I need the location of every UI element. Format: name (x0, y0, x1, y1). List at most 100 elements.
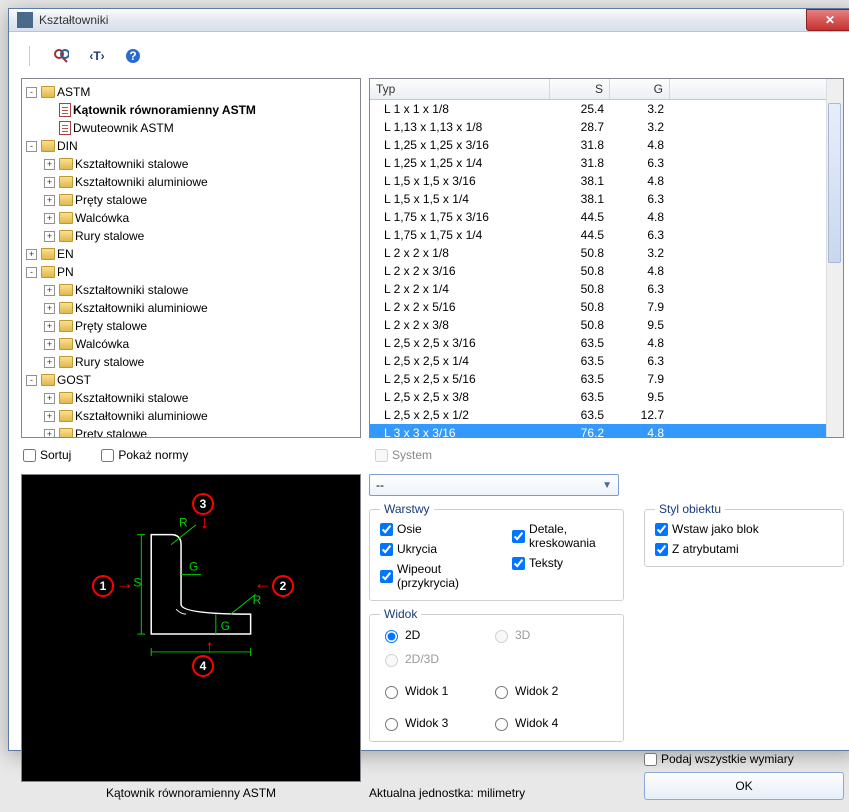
table-row[interactable]: L 2,5 x 2,5 x 3/1663.54.8 (370, 334, 843, 352)
tree-item[interactable]: - ASTM (26, 83, 358, 101)
col-s[interactable]: S (550, 79, 610, 99)
collapse-icon[interactable]: - (26, 141, 37, 152)
tree-label: DIN (57, 137, 78, 155)
find-icon[interactable] (52, 47, 70, 65)
expand-icon[interactable]: + (44, 339, 55, 350)
table-row[interactable]: L 1,5 x 1,5 x 3/1638.14.8 (370, 172, 843, 190)
table-row[interactable]: L 2,5 x 2,5 x 1/263.512.7 (370, 406, 843, 424)
tree-label: PN (57, 263, 74, 281)
style-block-checkbox[interactable]: Wstaw jako blok (655, 522, 833, 536)
standards-tree[interactable]: - ASTM Kątownik równoramienny ASTM Dwute… (21, 78, 361, 438)
text-icon[interactable]: ‹T› (88, 47, 106, 65)
expand-icon[interactable]: + (44, 213, 55, 224)
view-widok1-radio[interactable]: Widok 1 (380, 683, 470, 699)
view-widok3-radio[interactable]: Widok 3 (380, 715, 470, 731)
table-row[interactable]: L 2 x 2 x 3/850.89.5 (370, 316, 843, 334)
expand-icon[interactable]: + (44, 285, 55, 296)
table-row[interactable]: L 1 x 1 x 1/825.43.2 (370, 100, 843, 118)
table-row[interactable]: L 2 x 2 x 1/850.83.2 (370, 244, 843, 262)
tree-item[interactable]: + Pręty stalowe (44, 317, 358, 335)
table-row[interactable]: L 1,25 x 1,25 x 1/431.86.3 (370, 154, 843, 172)
expand-icon[interactable]: + (26, 249, 37, 260)
tree-item[interactable]: - GOST (26, 371, 358, 389)
tree-item[interactable]: Kątownik równoramienny ASTM (44, 101, 358, 119)
tree-item[interactable]: + Kształtowniki aluminiowe (44, 173, 358, 191)
table-row[interactable]: L 2 x 2 x 5/1650.87.9 (370, 298, 843, 316)
collapse-icon[interactable]: - (26, 87, 37, 98)
tree-item[interactable]: + EN (26, 245, 358, 263)
table-row[interactable]: L 1,13 x 1,13 x 1/828.73.2 (370, 118, 843, 136)
all-dims-checkbox[interactable]: Podaj wszystkie wymiary (644, 752, 844, 766)
expand-icon[interactable]: + (44, 357, 55, 368)
layer-ukrycia-checkbox[interactable]: Ukrycia (380, 542, 482, 556)
ok-button[interactable]: OK (644, 772, 844, 800)
layer-detale-checkbox[interactable]: Detale, kreskowania (512, 522, 613, 550)
view-2d-radio[interactable]: 2D (380, 627, 470, 643)
view-widok4-radio[interactable]: Widok 4 (490, 715, 580, 731)
system-combo[interactable]: -- ▼ (369, 474, 619, 496)
vertical-scrollbar[interactable] (826, 79, 843, 437)
tree-item[interactable]: + Walcówka (44, 335, 358, 353)
table-row[interactable]: L 2,5 x 2,5 x 1/463.56.3 (370, 352, 843, 370)
tree-item[interactable]: + Kształtowniki aluminiowe (44, 407, 358, 425)
tree-label: Walcówka (75, 209, 129, 227)
sort-checkbox[interactable]: Sortuj (23, 448, 71, 462)
cell-s: 25.4 (550, 102, 610, 116)
layer-wipeout-checkbox[interactable]: Wipeout (przykrycia) (380, 562, 482, 590)
tree-label: GOST (57, 371, 91, 389)
expand-icon[interactable]: + (44, 429, 55, 439)
table-row[interactable]: L 2,5 x 2,5 x 3/863.59.5 (370, 388, 843, 406)
expand-icon[interactable]: + (44, 231, 55, 242)
cell-s: 44.5 (550, 228, 610, 242)
tree-item[interactable]: - PN (26, 263, 358, 281)
tree-item[interactable]: + Walcówka (44, 209, 358, 227)
tree-item[interactable]: + Kształtowniki stalowe (44, 281, 358, 299)
expand-icon[interactable]: + (44, 159, 55, 170)
show-norms-checkbox[interactable]: Pokaż normy (101, 448, 188, 462)
cell-g: 9.5 (610, 318, 670, 332)
tree-label: Kształtowniki stalowe (75, 155, 188, 173)
col-g[interactable]: G (610, 79, 670, 99)
table-row[interactable]: L 1,5 x 1,5 x 1/438.16.3 (370, 190, 843, 208)
tree-item[interactable]: + Rury stalowe (44, 227, 358, 245)
style-attr-checkbox[interactable]: Z atrybutami (655, 542, 833, 556)
layer-osie-checkbox[interactable]: Osie (380, 522, 482, 536)
help-icon[interactable]: ? (124, 47, 142, 65)
cell-typ: L 2 x 2 x 5/16 (370, 300, 550, 314)
table-row[interactable]: L 2,5 x 2,5 x 5/1663.57.9 (370, 370, 843, 388)
expand-icon[interactable]: + (44, 321, 55, 332)
expand-icon[interactable]: + (44, 393, 55, 404)
expand-icon[interactable]: + (44, 303, 55, 314)
tree-item[interactable]: Dwuteownik ASTM (44, 119, 358, 137)
cell-g: 4.8 (610, 426, 670, 438)
expand-icon[interactable]: + (44, 195, 55, 206)
view-widok2-radio[interactable]: Widok 2 (490, 683, 580, 699)
collapse-icon[interactable]: - (26, 267, 37, 278)
table-row[interactable]: L 1,75 x 1,75 x 3/1644.54.8 (370, 208, 843, 226)
under-row: Sortuj Pokaż normy System (21, 446, 844, 464)
scrollbar-thumb[interactable] (828, 103, 841, 263)
tree-item[interactable]: + Rury stalowe (44, 353, 358, 371)
table-row[interactable]: L 1,75 x 1,75 x 1/444.56.3 (370, 226, 843, 244)
tree-item[interactable]: + Pręty stalowe (44, 425, 358, 438)
table-row[interactable]: L 3 x 3 x 3/1676.24.8 (370, 424, 843, 438)
close-button[interactable]: ✕ (806, 9, 849, 31)
layer-teksty-checkbox[interactable]: Teksty (512, 556, 613, 570)
table-row[interactable]: L 1,25 x 1,25 x 3/1631.84.8 (370, 136, 843, 154)
view-3d-radio: 3D (490, 627, 580, 643)
tree-label: Pręty stalowe (75, 425, 147, 438)
collapse-icon[interactable]: - (26, 375, 37, 386)
cell-typ: L 2,5 x 2,5 x 3/16 (370, 336, 550, 350)
tree-item[interactable]: + Kształtowniki stalowe (44, 389, 358, 407)
col-typ[interactable]: Typ (370, 79, 550, 99)
tree-item[interactable]: + Pręty stalowe (44, 191, 358, 209)
toolbar: ‹T› ? (21, 42, 844, 74)
tree-item[interactable]: + Kształtowniki aluminiowe (44, 299, 358, 317)
table-row[interactable]: L 2 x 2 x 3/1650.84.8 (370, 262, 843, 280)
expand-icon[interactable]: + (44, 411, 55, 422)
sizes-table[interactable]: Typ S G L 1 x 1 x 1/825.43.2L 1,13 x 1,1… (369, 78, 844, 438)
expand-icon[interactable]: + (44, 177, 55, 188)
tree-item[interactable]: - DIN (26, 137, 358, 155)
table-row[interactable]: L 2 x 2 x 1/450.86.3 (370, 280, 843, 298)
tree-item[interactable]: + Kształtowniki stalowe (44, 155, 358, 173)
